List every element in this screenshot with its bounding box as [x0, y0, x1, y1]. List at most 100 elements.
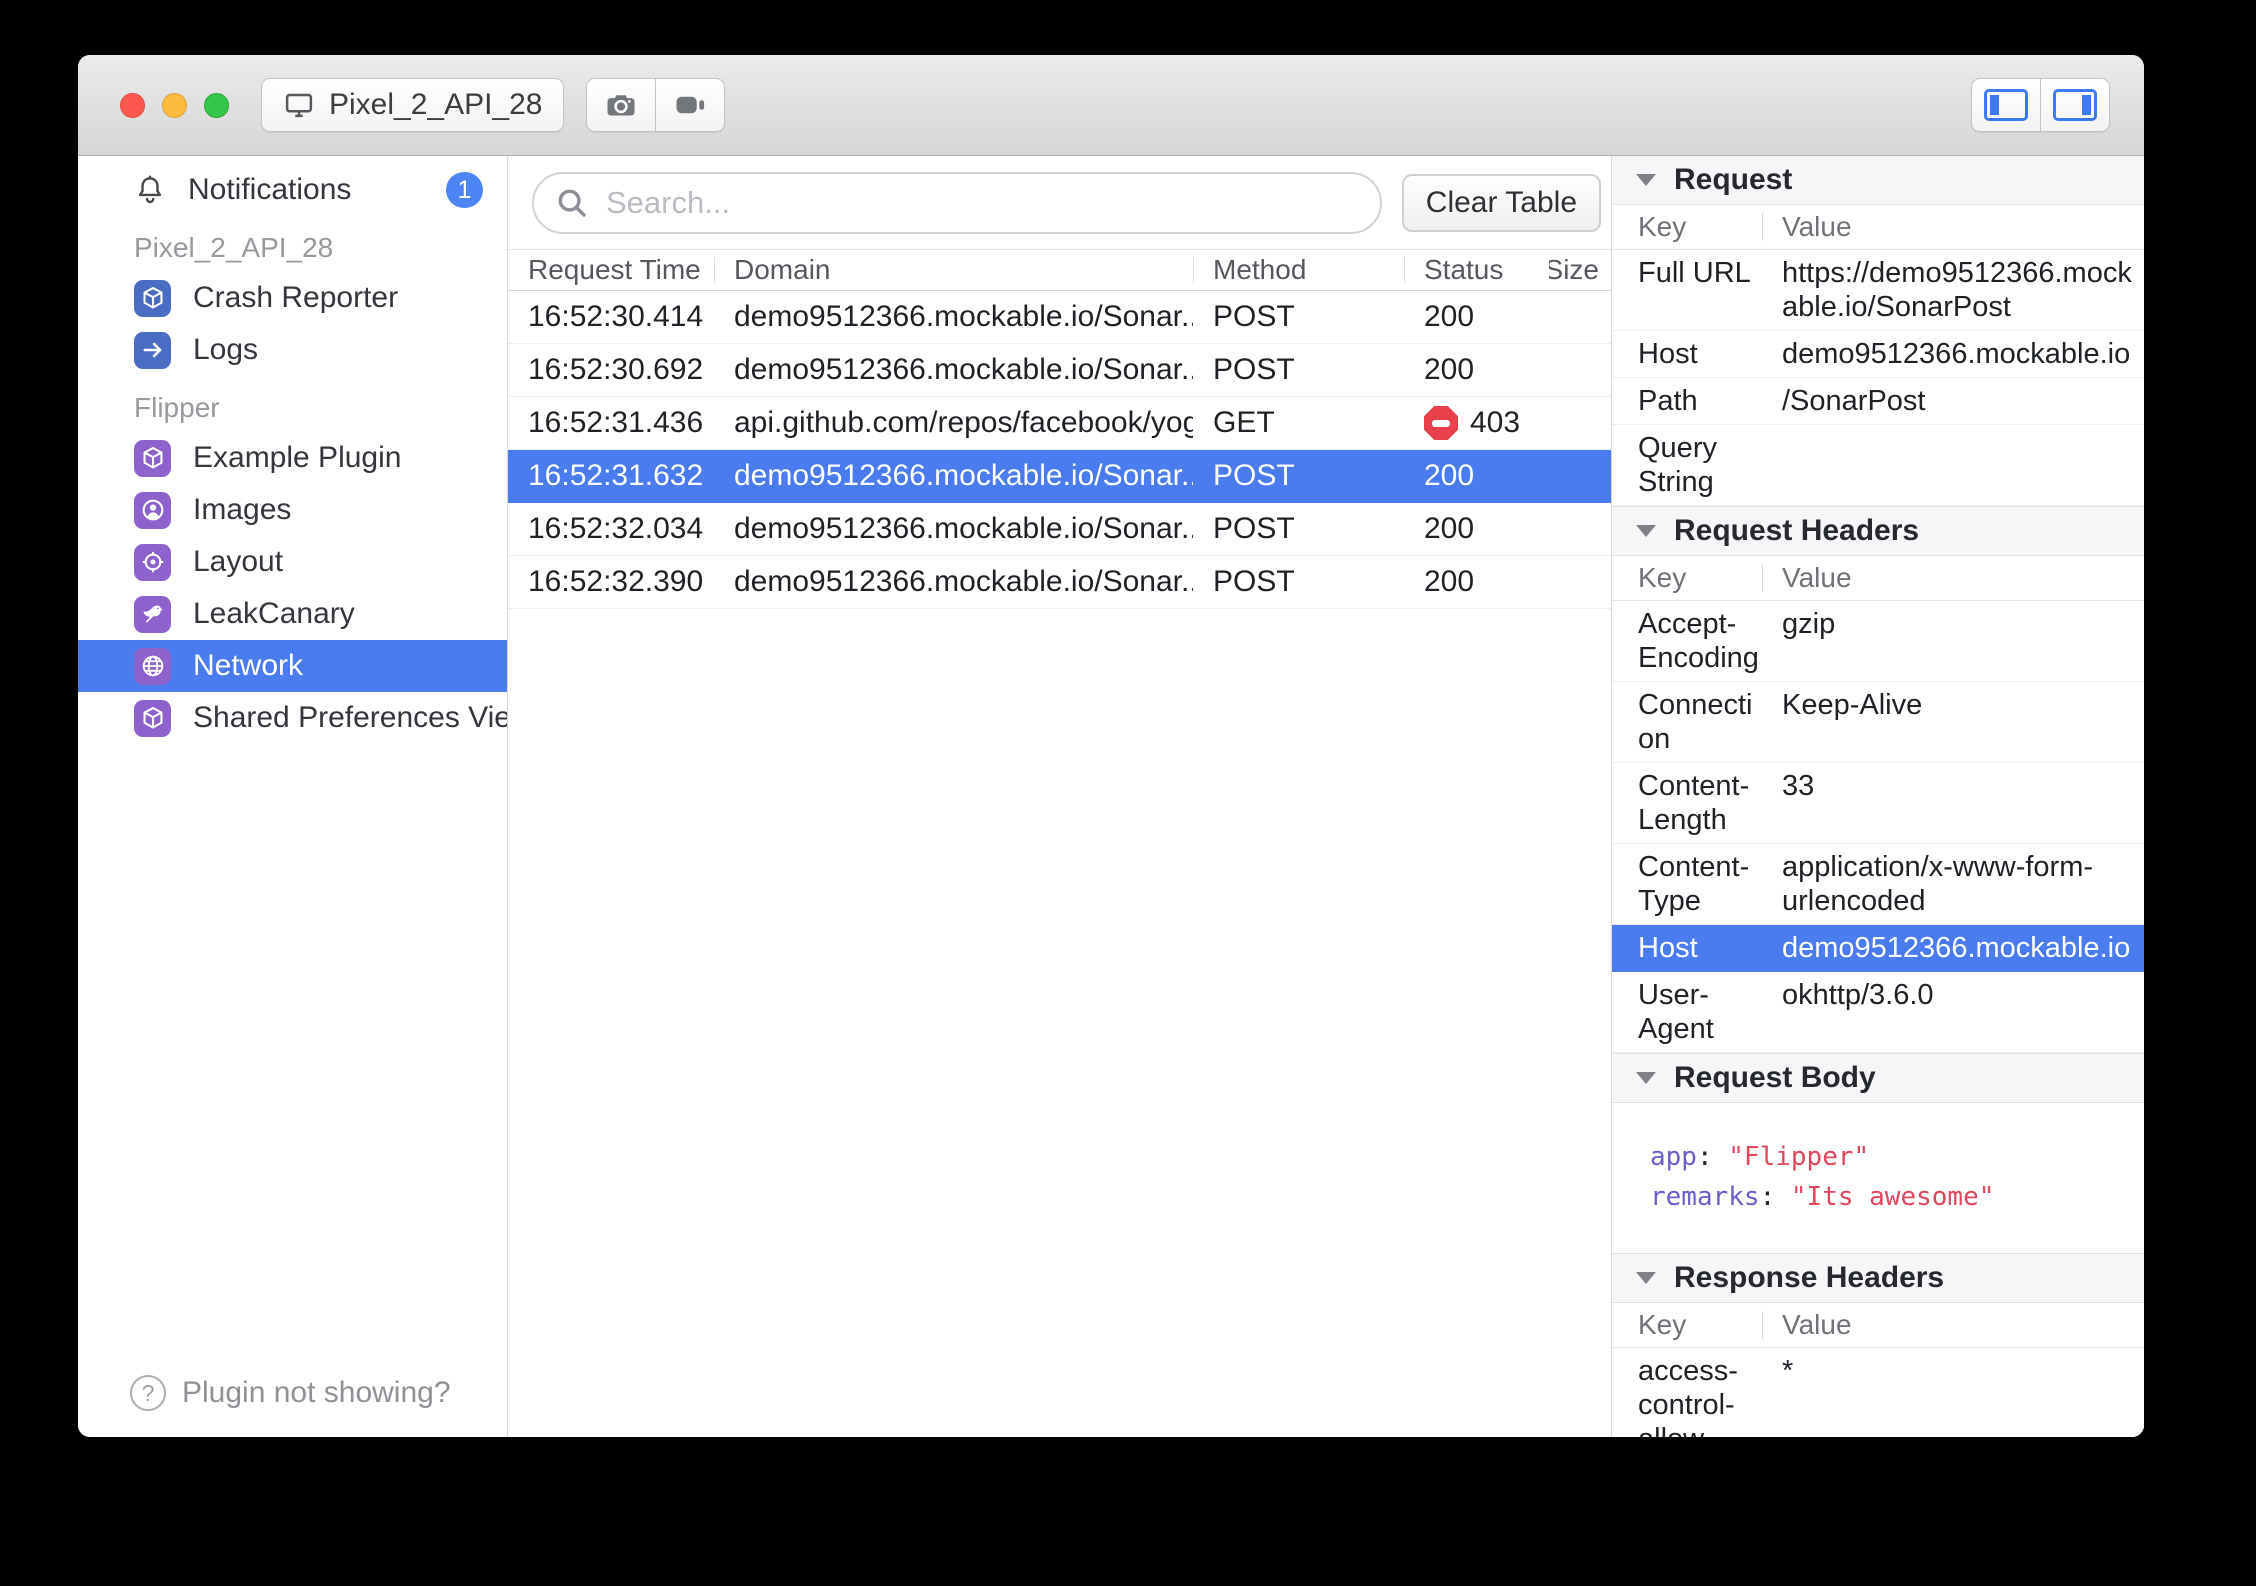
section-header-request-body[interactable]: Request Body: [1612, 1053, 2144, 1103]
detail-row-host[interactable]: Host demo9512366.mockable.io: [1612, 331, 2144, 378]
detail-row-query-string[interactable]: Query String: [1612, 425, 2144, 506]
detail-row-path[interactable]: Path /SonarPost: [1612, 378, 2144, 425]
device-selector-button[interactable]: Pixel_2_API_28: [261, 78, 564, 132]
network-request-row-selected[interactable]: 16:52:31.632 demo9512366.mockable.io/Son…: [508, 450, 1611, 503]
detail-key: Path: [1638, 385, 1698, 417]
kv-value-label: Value: [1762, 211, 2144, 243]
notifications-badge: 1: [446, 172, 483, 208]
json-colon: :: [1696, 1142, 1713, 1172]
cell-domain: api.github.com/repos/facebook/yoga: [734, 406, 1193, 439]
cube-icon: [134, 439, 171, 477]
sidebar-item-images[interactable]: Images: [78, 484, 507, 536]
kv-key-label: Key: [1638, 211, 1687, 242]
json-key: app: [1650, 1142, 1697, 1172]
detail-value: https://demo9512366.mockable.io/SonarPos…: [1782, 257, 2132, 323]
titlebar[interactable]: Pixel_2_API_28: [78, 55, 2144, 156]
detail-value: application/x-www-form-urlencoded: [1782, 851, 2094, 917]
sidebar-item-label: Crash Reporter: [193, 281, 399, 314]
column-header-domain[interactable]: Domain: [714, 254, 1193, 286]
detail-row-full-url[interactable]: Full URL https://demo9512366.mockable.io…: [1612, 250, 2144, 331]
section-header-request-headers[interactable]: Request Headers: [1612, 506, 2144, 556]
sidebar-section-flipper: Flipper: [134, 392, 220, 423]
code-line: app: "Flipper": [1650, 1137, 2132, 1177]
plugin-not-showing-link[interactable]: Plugin not showing?: [78, 1375, 507, 1437]
detail-value: Keep-Alive: [1782, 689, 1923, 721]
header-row-accept-encoding[interactable]: Accept-Encoding gzip: [1612, 601, 2144, 682]
kv-header: Key Value: [1612, 556, 2144, 601]
sidebar-item-example-plugin[interactable]: Example Plugin: [78, 432, 507, 484]
toggle-right-sidebar-button[interactable]: [2040, 78, 2110, 132]
detail-key: Accept-Encoding: [1638, 608, 1759, 674]
kv-key-label: Key: [1638, 1309, 1687, 1340]
screen-record-button[interactable]: [654, 78, 725, 132]
cell-status: 200: [1424, 459, 1475, 492]
sidebar-item-label: LeakCanary: [193, 597, 355, 630]
header-row-host-selected[interactable]: Host demo9512366.mockable.io: [1612, 925, 2144, 972]
detail-key: Connection: [1638, 689, 1753, 755]
json-string-value: "Flipper": [1728, 1142, 1870, 1172]
section-header-request[interactable]: Request: [1612, 156, 2144, 205]
zoom-window-button[interactable]: [204, 92, 229, 118]
sidebar-item-logs[interactable]: Logs: [78, 324, 507, 376]
column-header-method[interactable]: Method: [1193, 254, 1404, 286]
monitor-icon: [282, 90, 316, 120]
json-key: remarks: [1650, 1182, 1760, 1212]
cell-request-time: 16:52:30.414: [528, 300, 704, 333]
kv-value-label: Value: [1762, 1309, 2144, 1341]
sidebar-item-label: Network: [193, 649, 304, 682]
section-header-response-headers[interactable]: Response Headers: [1612, 1253, 2144, 1303]
response-header-row-access-control[interactable]: access-control-allow-origin *: [1612, 1348, 2144, 1437]
code-line: remarks: "Its awesome": [1650, 1177, 2132, 1217]
sidebar-item-crash-reporter[interactable]: Crash Reporter: [78, 272, 507, 324]
clear-table-button[interactable]: Clear Table: [1401, 173, 1601, 232]
cell-method: POST: [1213, 512, 1295, 545]
network-request-row[interactable]: 16:52:30.414 demo9512366.mockable.io/Son…: [508, 291, 1611, 344]
sidebar-section-device: Pixel_2_API_28: [134, 232, 334, 263]
header-row-content-length[interactable]: Content-Length 33: [1612, 763, 2144, 844]
cell-request-time: 16:52:31.632: [528, 459, 704, 492]
close-window-button[interactable]: [120, 92, 145, 118]
bell-icon: [134, 174, 166, 206]
detail-key: User-Agent: [1638, 979, 1714, 1045]
screenshot-button[interactable]: [585, 78, 656, 132]
minimize-window-button[interactable]: [162, 92, 187, 118]
toggle-left-sidebar-button[interactable]: [1971, 78, 2041, 132]
sidebar-item-shared-preferences-viewer[interactable]: Shared Preferences Viewer: [78, 692, 507, 744]
detail-value: gzip: [1782, 608, 1836, 640]
cell-status: 403: [1404, 406, 1549, 440]
network-request-row[interactable]: 16:52:31.436 api.github.com/repos/facebo…: [508, 397, 1611, 450]
search-input[interactable]: [604, 183, 1368, 222]
status-code: 403: [1470, 406, 1521, 439]
network-request-row[interactable]: 16:52:30.692 demo9512366.mockable.io/Son…: [508, 344, 1611, 397]
detail-value: /SonarPost: [1782, 385, 1926, 417]
header-row-content-type[interactable]: Content-Type application/x-www-form-urle…: [1612, 844, 2144, 925]
section-title: Response Headers: [1674, 1261, 1945, 1294]
detail-value: demo9512366.mockable.io: [1782, 932, 2131, 964]
network-request-row[interactable]: 16:52:32.390 demo9512366.mockable.io/Son…: [508, 556, 1611, 609]
network-request-row[interactable]: 16:52:32.034 demo9512366.mockable.io/Son…: [508, 503, 1611, 556]
search-box[interactable]: [532, 171, 1382, 234]
sidebar-item-network[interactable]: Network: [78, 640, 507, 692]
column-header-status[interactable]: Status: [1404, 254, 1549, 286]
header-row-connection[interactable]: Connection Keep-Alive: [1612, 682, 2144, 763]
cell-method: POST: [1213, 565, 1295, 598]
column-header-request-time[interactable]: Request Time: [508, 254, 714, 286]
video-camera-icon: [672, 87, 708, 123]
triangle-down-icon: [1636, 174, 1656, 186]
section-title: Request: [1674, 163, 1793, 196]
sidebar-item-layout[interactable]: Layout: [78, 536, 507, 588]
sidebar-item-label: Notifications: [188, 173, 352, 206]
cell-domain: demo9512366.mockable.io/Sonar...: [734, 300, 1193, 333]
header-row-user-agent[interactable]: User-Agent okhttp/3.6.0: [1612, 972, 2144, 1053]
sidebar-item-leakcanary[interactable]: LeakCanary: [78, 588, 507, 640]
json-string-value: "Its awesome": [1790, 1182, 1995, 1212]
cell-domain: demo9512366.mockable.io/Sonar...: [734, 565, 1193, 598]
cell-method: POST: [1213, 300, 1295, 333]
sidebar-item-notifications[interactable]: Notifications 1: [78, 164, 507, 216]
right-pane-icon: [2053, 89, 2097, 121]
sidebar-item-label: Layout: [193, 545, 284, 578]
cell-request-time: 16:52:32.390: [528, 565, 704, 598]
column-header-size[interactable]: Size: [1549, 254, 1611, 286]
detail-value: 33: [1782, 770, 1815, 802]
cell-status: 200: [1424, 353, 1475, 386]
